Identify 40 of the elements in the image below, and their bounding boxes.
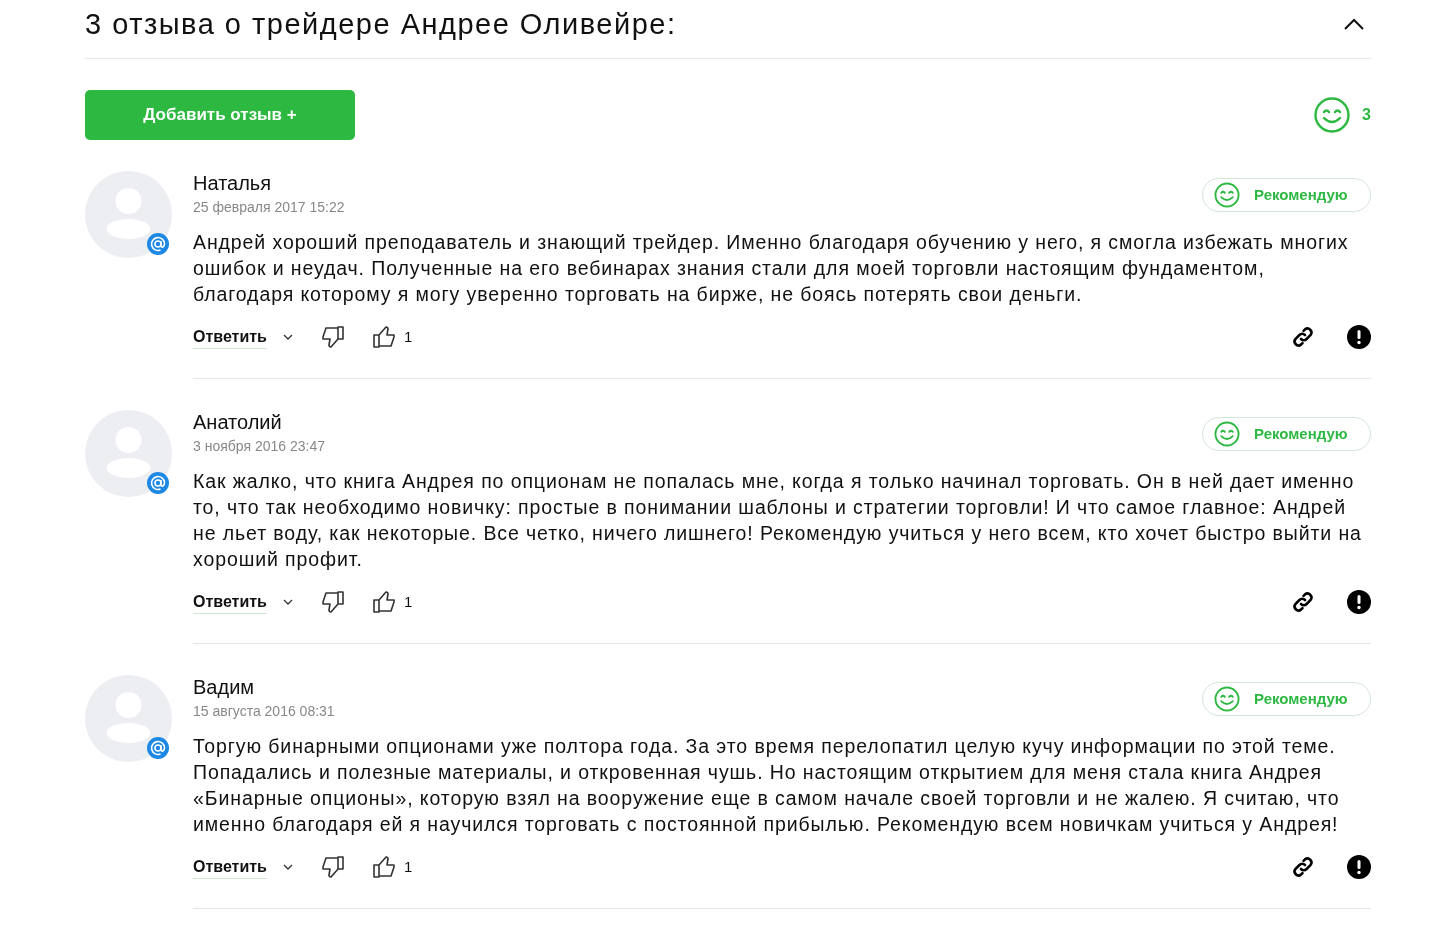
smiley-icon xyxy=(1214,182,1240,208)
review-text: Андрей хороший преподаватель и знающий трейдер. Именно благодаря обучению у него, я смогла избежать многих ошибок и неудач. Полученные на его вебинарах знания стали для моей торговли настоящим фундаментом, благодаря которому я могу уверенно торговать на бирже, не боясь потерять свои деньги. xyxy=(193,230,1350,307)
author-name: Вадим xyxy=(193,675,256,699)
smiley-icon xyxy=(1214,686,1240,712)
smiley-icon xyxy=(1214,421,1240,447)
like-count: 1 xyxy=(403,856,413,877)
reply-link[interactable]: Ответить xyxy=(193,590,267,614)
review-date: 15 августа 2016 08:31 xyxy=(193,702,335,721)
thumbs-down-icon[interactable] xyxy=(320,590,345,614)
like-count: 1 xyxy=(403,591,413,612)
chevron-down-icon[interactable] xyxy=(282,599,293,605)
chevron-down-icon[interactable] xyxy=(282,334,293,340)
link-icon[interactable] xyxy=(1291,325,1315,349)
at-sign-icon xyxy=(147,737,169,759)
report-icon[interactable] xyxy=(1347,590,1371,614)
link-icon[interactable] xyxy=(1291,590,1315,614)
add-review-button[interactable]: Добавить отзыв + xyxy=(85,90,355,140)
report-icon[interactable] xyxy=(1347,325,1371,349)
at-sign-icon xyxy=(147,472,169,494)
review-date: 3 ноября 2016 23:47 xyxy=(193,437,325,456)
review-text: Как жалко, что книга Андрея по опционам не попалась мне, когда я только начинал торговать. Он в ней дает именно то, что так необходимо новичку: простые в понимании шаблоны и стратегии торговли! И что самое главное: Андрей не льет воду, как некоторые. Все четко, ничего лишнего! Рекомендую учиться у него всем, кто хочет быстро выйти на хороший профит. xyxy=(193,469,1363,572)
like-count: 1 xyxy=(403,326,413,347)
recommend-count: 3 xyxy=(1362,105,1371,125)
link-icon[interactable] xyxy=(1291,855,1315,879)
thumbs-up-icon[interactable] xyxy=(371,590,396,614)
reply-link[interactable]: Ответить xyxy=(193,325,267,349)
thumbs-down-icon[interactable] xyxy=(320,325,345,349)
review-date: 25 февраля 2017 15:22 xyxy=(193,198,345,217)
thumbs-up-icon[interactable] xyxy=(371,325,396,349)
thumbs-down-icon[interactable] xyxy=(320,855,345,879)
thumbs-up-icon[interactable] xyxy=(371,855,396,879)
section-title: 3 отзыва о трейдере Андрее Оливейре: xyxy=(85,7,677,42)
author-name: Наталья xyxy=(193,171,273,195)
reply-link[interactable]: Ответить xyxy=(193,855,267,879)
author-name: Анатолий xyxy=(193,410,283,434)
smiley-icon xyxy=(1314,97,1351,133)
at-sign-icon xyxy=(147,233,169,255)
review-text: Торгую бинарными опционами уже полтора года. За это время перелопатил целую кучу информации по этой теме. Попадались и полезные материалы, и откровенная чушь. Но настоящим открытием для меня стала книга Андрея «Бинарные опционы», которую взял на вооружение еще в самом начале своей торговли и не жалею. Я считаю, что именно благодаря ей я научился торговать с постоянной прибылью. Рекомендую всем новичкам учиться у Андрея! xyxy=(193,734,1341,837)
report-icon[interactable] xyxy=(1347,855,1371,879)
chevron-down-icon[interactable] xyxy=(282,864,293,870)
